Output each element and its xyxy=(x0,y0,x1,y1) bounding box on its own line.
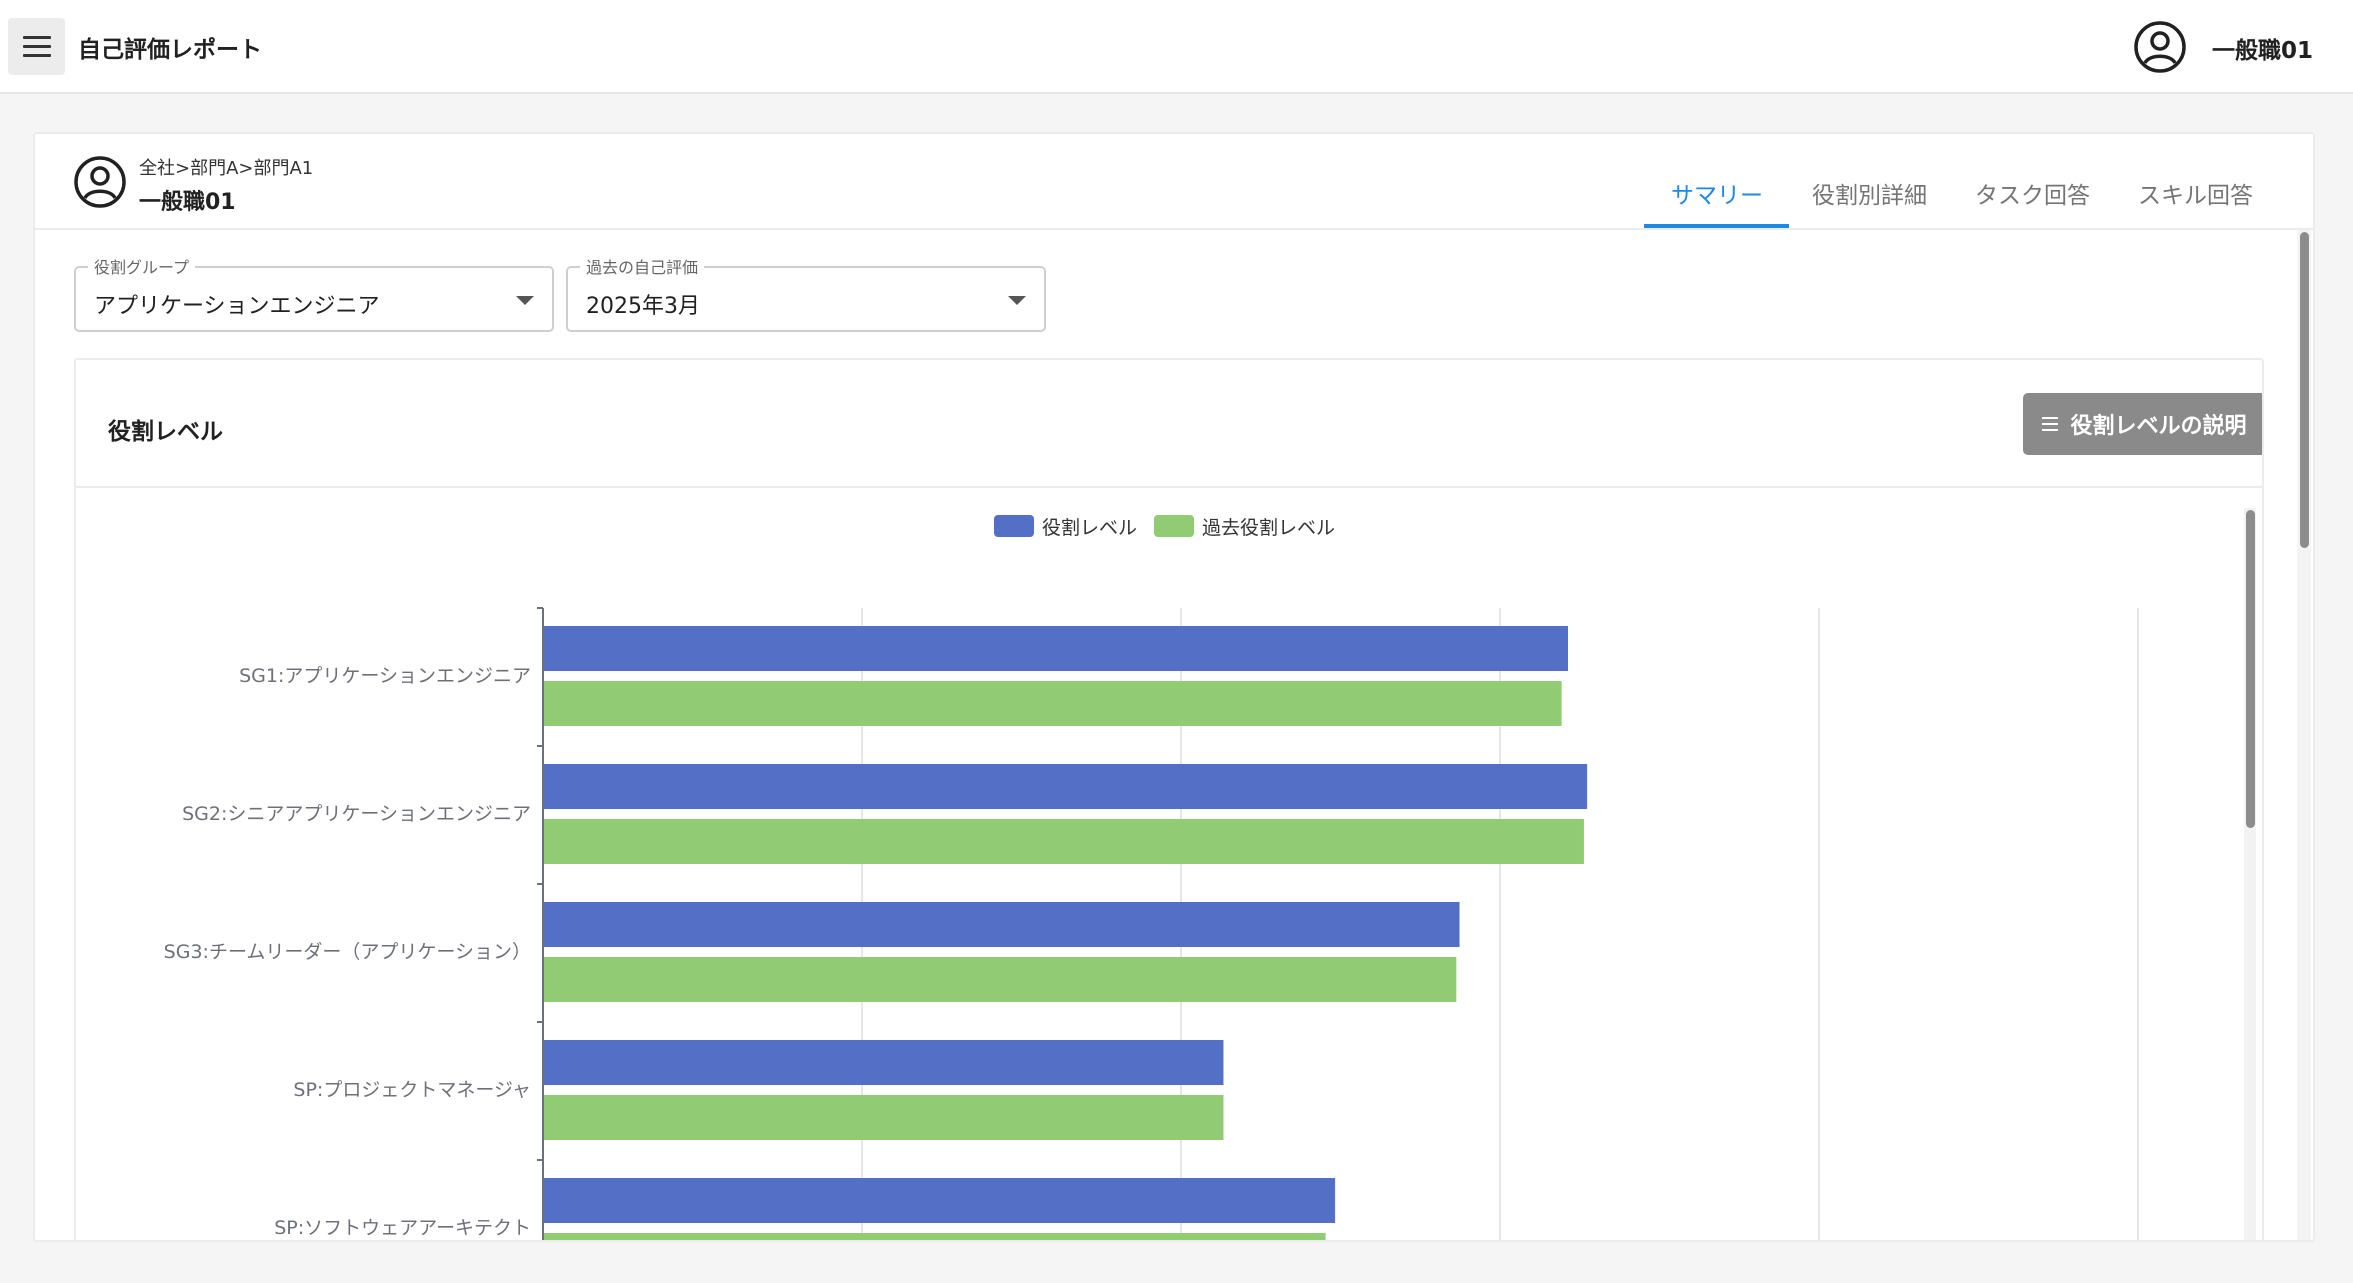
legend-swatch xyxy=(1154,515,1194,537)
category-label: SP:プロジェクトマネージャ xyxy=(293,1079,531,1101)
role-group-value: アプリケーションエンジニア xyxy=(94,294,380,319)
role-group-select[interactable]: 役割グループ アプリケーションエンジニア xyxy=(74,254,554,332)
app-title: 自己評価レポート xyxy=(78,37,262,63)
chevron-down-icon xyxy=(1008,296,1026,305)
tab-role-detail[interactable]: 役割別詳細 xyxy=(1812,176,1927,210)
category-label: SG3:チームリーダー（アプリケーション） xyxy=(164,941,531,963)
category-label: SG2:シニアアプリケーションエンジニア xyxy=(182,803,531,825)
bar-current xyxy=(544,1040,1224,1085)
report-card: 全社>部門A>部門A1 一般職01 サマリー 役割別詳細 タスク回答 スキル回答… xyxy=(33,132,2315,1242)
menu-button[interactable] xyxy=(8,18,65,75)
role-group-label: 役割グループ xyxy=(88,254,196,278)
account-circle-icon[interactable] xyxy=(2133,20,2187,74)
bar-past xyxy=(544,819,1584,864)
legend-swatch xyxy=(994,515,1034,537)
role-level-card: 役割レベル 役割レベルの説明 SG1:アプリケーションエンジニア SG2:シニアア… xyxy=(74,358,2264,1240)
category-label: SP:ソフトウェアアーキテクト xyxy=(274,1217,531,1239)
bar-past xyxy=(544,957,1457,1002)
user-name[interactable]: 一般職01 xyxy=(2212,31,2313,65)
menu-icon xyxy=(22,36,51,39)
bar-past xyxy=(544,1095,1224,1140)
past-eval-select[interactable]: 過去の自己評価 2025年3月 xyxy=(566,254,1046,332)
org-breadcrumb: 全社>部門A>部門A1 xyxy=(139,158,314,179)
category-label: SG1:アプリケーションエンジニア xyxy=(239,665,531,687)
role-level-chart: SG1:アプリケーションエンジニア SG2:シニアアプリケーションエンジニア SG3… xyxy=(164,515,2139,1240)
tab-indicator xyxy=(1644,224,1789,228)
card-header: 全社>部門A>部門A1 一般職01 サマリー 役割別詳細 タスク回答 スキル回答 xyxy=(35,134,2313,230)
page-scroll-thumb[interactable] xyxy=(2300,232,2309,548)
past-eval-label: 過去の自己評価 xyxy=(580,254,705,278)
profile-avatar-icon xyxy=(74,156,126,208)
bar-current xyxy=(544,902,1460,947)
past-eval-value: 2025年3月 xyxy=(586,294,700,319)
app-bar: 自己評価レポート 一般職01 xyxy=(0,0,2353,94)
bar-past xyxy=(544,681,1562,726)
bar-current xyxy=(544,764,1588,809)
legend-label: 役割レベル xyxy=(1042,517,1137,539)
chevron-down-icon xyxy=(516,296,534,305)
bar-past xyxy=(544,1233,1326,1240)
legend-label: 過去役割レベル xyxy=(1202,517,1335,539)
bar-current xyxy=(544,1178,1336,1223)
tab-task-answers[interactable]: タスク回答 xyxy=(1975,176,2090,210)
tab-skill-answers[interactable]: スキル回答 xyxy=(2138,176,2253,210)
chart-scroll-thumb[interactable] xyxy=(2246,510,2255,828)
tab-summary[interactable]: サマリー xyxy=(1671,176,1763,210)
bar-current xyxy=(544,626,1568,671)
profile-name: 一般職01 xyxy=(139,190,236,215)
